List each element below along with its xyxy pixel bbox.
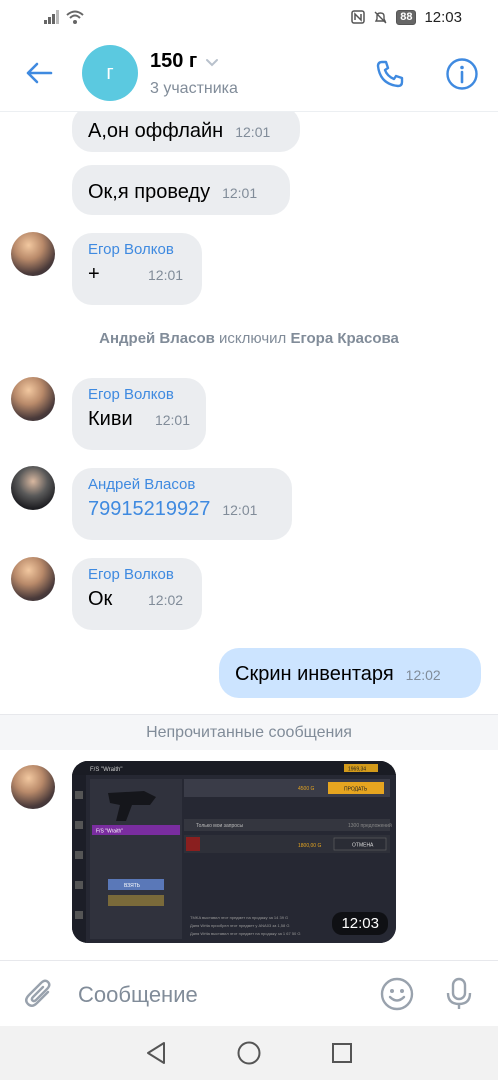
square-recents-icon [331, 1043, 352, 1063]
message-author[interactable]: Егор Волков [88, 241, 186, 258]
count-label: 1300 предложений [348, 822, 392, 829]
nav-home-button[interactable] [234, 1038, 264, 1068]
log-line: TMKA выставил этот предмет на продажу за… [190, 915, 288, 920]
message-author[interactable]: Егор Волков [88, 566, 186, 583]
voice-button[interactable] [440, 975, 478, 1013]
message-time: 12:01 [154, 412, 190, 428]
message-time: 12:02 [148, 592, 184, 608]
avatar[interactable] [11, 466, 55, 510]
avatar[interactable] [11, 557, 55, 601]
message-bubble-outgoing[interactable]: Скрин инвентаря 12:02 [219, 648, 481, 698]
composer [0, 960, 498, 1026]
call-button[interactable] [370, 54, 410, 94]
battery-indicator: 88 [396, 9, 417, 25]
message-link[interactable]: 79915219927 [88, 498, 210, 521]
system-nav-bar [0, 1026, 498, 1080]
photo-time: 12:03 [332, 912, 388, 935]
message-bubble[interactable]: Ок,я проведу 12:01 [72, 165, 290, 215]
avatar[interactable] [11, 765, 55, 809]
message-row: + 12:01 [88, 261, 186, 286]
circle-home-icon [237, 1041, 261, 1065]
message-text: Ок [88, 588, 113, 610]
arrow-left-icon [26, 62, 53, 84]
system-action: исключил [219, 330, 287, 347]
message-author[interactable]: Егор Волков [88, 386, 190, 403]
message-input[interactable] [78, 975, 358, 1015]
sell-action: ПРОДАТЬ [344, 787, 368, 793]
status-left [44, 10, 84, 24]
message-text: А,он оффлайн [88, 120, 224, 142]
info-button[interactable] [442, 54, 482, 94]
message-text: Ок,я проведу [88, 181, 211, 203]
log-line: Даня Wrtta выставил этот предмет на прод… [190, 931, 301, 936]
avatar[interactable] [11, 232, 55, 276]
message-time: 12:02 [405, 667, 441, 683]
status-bar: 88 12:03 [0, 0, 498, 34]
info-icon [446, 58, 478, 90]
chat-title[interactable]: 150 г [150, 50, 219, 73]
phone-icon [376, 60, 404, 88]
photo-attachment[interactable]: F/S "Wraith" 1969,34 F/S "Wraith" ВЗЯТЬ … [72, 761, 396, 943]
mute-bell-icon [374, 11, 387, 23]
message-time: 12:01 [222, 502, 258, 518]
message-time: 12:01 [235, 124, 271, 140]
list-label: Только мои запросы [196, 823, 244, 829]
avatar[interactable] [11, 377, 55, 421]
signal-icon [44, 10, 59, 24]
message-text: Скрин инвентаря [235, 663, 394, 685]
nfc-icon [351, 10, 365, 24]
price-tag: 1969,34 [348, 767, 366, 773]
equip-action: ВЗЯТЬ [124, 883, 141, 889]
clock: 12:03 [424, 8, 462, 26]
status-right: 88 12:03 [351, 9, 462, 26]
chevron-down-icon [206, 58, 219, 66]
message-time: 12:01 [222, 185, 258, 201]
message-row: Скрин инвентаря 12:02 [235, 656, 465, 686]
message-list[interactable]: А,он оффлайн 12:01 Ок,я проведу 12:01 Ег… [0, 112, 498, 960]
row-price: 1800,00 G [298, 843, 321, 849]
microphone-icon [446, 977, 472, 1009]
message-bubble[interactable]: Егор Волков Ок 12:02 [72, 558, 202, 630]
triangle-back-icon [147, 1042, 166, 1064]
unread-separator: Непрочитанные сообщения [0, 714, 498, 750]
message-author[interactable]: Андрей Власов [88, 476, 276, 493]
message-bubble[interactable]: Егор Волков Киви 12:01 [72, 378, 206, 450]
message-bubble[interactable]: Егор Волков + 12:01 [72, 233, 202, 305]
price-value: 4500 G [298, 786, 315, 792]
smile-icon [380, 977, 414, 1011]
message-row: Ок 12:02 [88, 586, 186, 611]
message-bubble[interactable]: Андрей Власов 79915219927 12:01 [72, 468, 292, 540]
chat-subtitle: 3 участника [150, 80, 238, 97]
message-row: А,он оффлайн 12:01 [88, 114, 284, 143]
attach-button[interactable] [20, 975, 58, 1013]
message-row: Киви 12:01 [88, 406, 190, 431]
cancel-action: ОТМЕНА [352, 843, 374, 849]
message-row: 79915219927 12:01 [88, 496, 276, 521]
nav-back-button[interactable] [141, 1038, 171, 1068]
chat-avatar[interactable]: г [82, 45, 138, 101]
system-target[interactable]: Егора Красова [290, 330, 398, 347]
message-time: 12:01 [148, 267, 184, 283]
paperclip-icon [25, 979, 51, 1007]
slot-label: F/S "Wraith" [96, 829, 123, 835]
emoji-button[interactable] [378, 975, 416, 1013]
back-button[interactable] [20, 54, 58, 92]
nav-recents-button[interactable] [327, 1038, 357, 1068]
system-message: Андрей Власов исключил Егора Красова [0, 330, 498, 347]
message-row: Ок,я проведу 12:01 [88, 173, 274, 204]
wifi-icon [66, 10, 84, 24]
system-actor[interactable]: Андрей Власов [99, 330, 215, 347]
message-bubble[interactable]: А,он оффлайн 12:01 [72, 112, 300, 152]
log-line: Даня Wrtta приобрел этот предмет у ANA03… [190, 923, 289, 928]
chat-title-text: 150 г [150, 50, 198, 72]
weapon-title: F/S "Wraith" [90, 767, 123, 773]
message-text: Киви [88, 408, 133, 430]
chat-header: г 150 г 3 участника [0, 34, 498, 112]
message-text: + [88, 263, 100, 285]
